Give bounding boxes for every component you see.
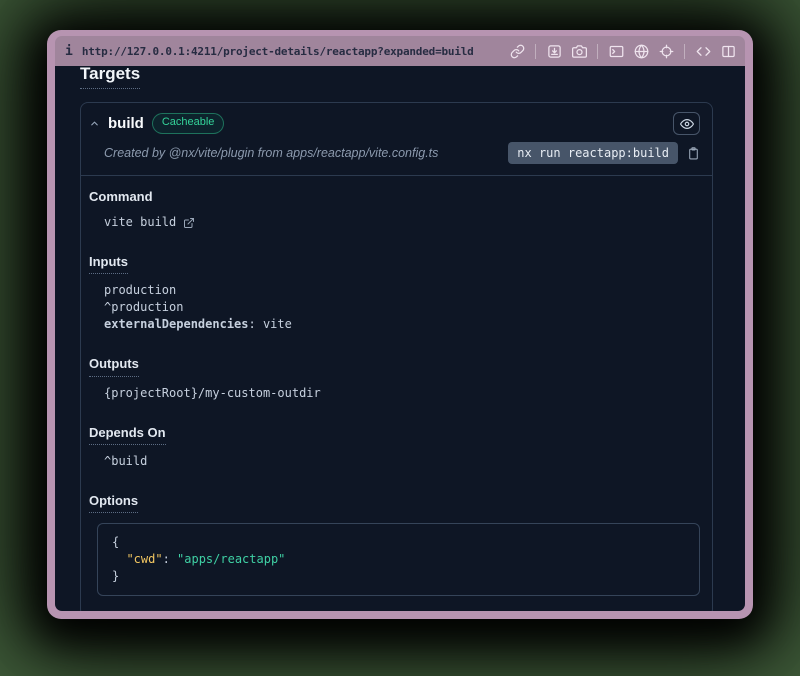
cacheable-badge: Cacheable	[152, 113, 225, 133]
browser-viewport: Targets build Cacheable	[55, 66, 745, 611]
command-section: Command vite build	[89, 188, 700, 231]
outputs-section: Outputs {projectRoot}/my-custom-outdir	[89, 355, 700, 401]
code-icon[interactable]	[694, 42, 712, 60]
chevron-up-icon	[89, 118, 100, 129]
input-item: externalDependencies: vite	[104, 316, 700, 333]
external-link-icon	[183, 217, 195, 229]
camera-icon[interactable]	[570, 42, 588, 60]
eye-icon	[680, 117, 694, 131]
inspect-target-icon[interactable]	[657, 42, 675, 60]
json-line: "cwd": "apps/reactapp"	[112, 551, 685, 568]
browser-preview-window: i http://127.0.0.1:4211/project-details/…	[47, 30, 753, 619]
build-header-toggle[interactable]: build Cacheable	[89, 112, 700, 135]
options-section: Options { "cwd": "apps/reactapp" }	[89, 492, 700, 596]
command-label: Command	[89, 189, 153, 205]
input-item: production	[104, 282, 700, 299]
toolbar-divider	[535, 44, 536, 59]
json-line: }	[112, 568, 685, 585]
command-link[interactable]: vite build	[104, 214, 700, 231]
inputs-label[interactable]: Inputs	[89, 254, 128, 274]
inputs-list: production ^production externalDependenc…	[104, 282, 700, 333]
outputs-label[interactable]: Outputs	[89, 356, 139, 376]
target-card-build: build Cacheable Created by @nx/vite/plug…	[80, 102, 713, 611]
project-details-page: Targets build Cacheable	[55, 66, 745, 611]
depends-on-list: ^build	[104, 453, 700, 470]
build-card-body: Command vite build Inputs production	[81, 176, 712, 611]
toolbar-actions	[508, 42, 737, 60]
split-view-icon[interactable]	[719, 42, 737, 60]
save-capture-icon[interactable]	[545, 42, 563, 60]
options-label[interactable]: Options	[89, 493, 138, 513]
page-favicon-icon: i	[65, 45, 73, 58]
terminal-icon[interactable]	[607, 42, 625, 60]
json-line: {	[112, 534, 685, 551]
created-by-text: Created by @nx/vite/plugin from apps/rea…	[104, 146, 438, 160]
command-value: vite build	[104, 214, 176, 231]
toolbar-divider	[684, 44, 685, 59]
url-bar[interactable]: http://127.0.0.1:4211/project-details/re…	[82, 45, 499, 58]
build-header-subrow: Created by @nx/vite/plugin from apps/rea…	[89, 142, 700, 164]
outputs-list: {projectRoot}/my-custom-outdir	[104, 385, 700, 402]
input-item: ^production	[104, 299, 700, 316]
copy-command-button[interactable]	[687, 146, 700, 161]
build-card-header: build Cacheable Created by @nx/vite/plug…	[81, 103, 712, 176]
depends-on-label[interactable]: Depends On	[89, 425, 166, 445]
globe-icon[interactable]	[632, 42, 650, 60]
browser-toolbar: i http://127.0.0.1:4211/project-details/…	[55, 36, 745, 66]
depends-on-section: Depends On ^build	[89, 424, 700, 470]
targets-heading: Targets	[80, 66, 140, 89]
depends-on-item: ^build	[104, 453, 700, 470]
run-command-chip: nx run reactapp:build	[508, 142, 678, 164]
output-item: {projectRoot}/my-custom-outdir	[104, 385, 700, 402]
link-icon[interactable]	[508, 42, 526, 60]
inputs-section: Inputs production ^production externalDe…	[89, 253, 700, 333]
target-name: build	[108, 115, 144, 132]
toolbar-divider	[597, 44, 598, 59]
view-target-graph-button[interactable]	[673, 112, 700, 135]
clipboard-icon	[687, 146, 700, 161]
options-json-block: { "cwd": "apps/reactapp" }	[97, 523, 700, 596]
